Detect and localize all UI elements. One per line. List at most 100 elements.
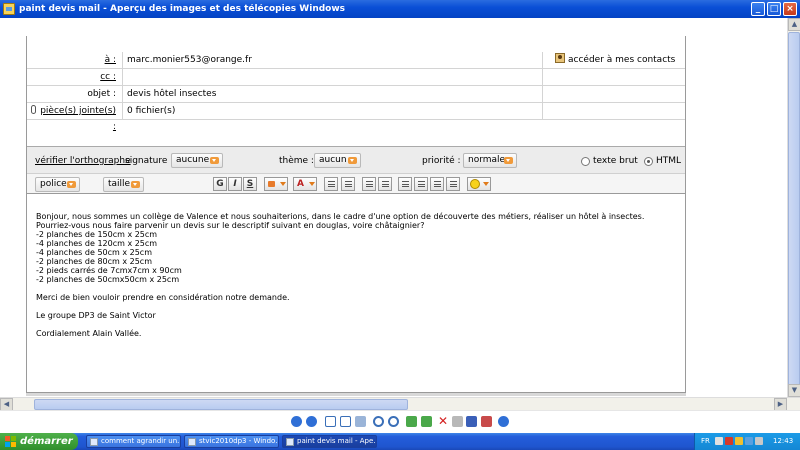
minimize-button[interactable]: _ <box>751 2 765 16</box>
align-right-button[interactable] <box>430 177 444 191</box>
plain-text-radio[interactable] <box>581 157 590 166</box>
signature-value: aucune <box>176 155 210 165</box>
html-label: HTML <box>656 156 682 166</box>
to-label[interactable]: à : <box>27 52 122 68</box>
viewer-toolbar: ✕ <box>0 410 800 433</box>
help-icon[interactable] <box>498 416 509 427</box>
bullet-list-icon <box>345 181 352 187</box>
attachments-side-cell <box>542 103 685 119</box>
underline-button[interactable]: S <box>243 177 257 191</box>
body-line: -2 planches de 150cm x 25cm <box>36 230 158 239</box>
size-select[interactable]: taille <box>103 177 144 192</box>
bold-button[interactable]: G <box>213 177 227 191</box>
zoom-out-icon[interactable] <box>388 416 399 427</box>
priority-select[interactable]: normale <box>463 153 517 168</box>
to-field[interactable]: marc.monier553@orange.fr <box>122 52 542 68</box>
rotate-counterclockwise-icon[interactable] <box>421 416 432 427</box>
taskbar-item-label: comment agrandir un... <box>101 437 181 445</box>
start-button[interactable]: démarrer <box>0 433 78 450</box>
next-image-icon[interactable] <box>306 416 317 427</box>
save-icon[interactable] <box>466 416 477 427</box>
subject-side-cell <box>542 86 685 102</box>
align-left-button[interactable] <box>398 177 412 191</box>
actual-size-icon[interactable] <box>340 416 351 427</box>
taskbar-item[interactable]: stvic2010dp3 - Windo... <box>184 435 279 448</box>
taskbar-item[interactable]: comment agrandir un... <box>86 435 181 448</box>
subject-field[interactable]: devis hôtel insectes <box>122 86 542 102</box>
font-select[interactable]: police <box>35 177 80 192</box>
message-body[interactable]: Bonjour, nous sommes un collège de Valen… <box>36 212 681 347</box>
slideshow-icon[interactable] <box>355 416 366 427</box>
rotate-clockwise-icon[interactable] <box>406 416 417 427</box>
window-title: paint devis mail - Aperçu des images et … <box>19 4 346 14</box>
outdent-button[interactable] <box>362 177 376 191</box>
body-line: Pourriez-vous nous faire parvenir un dev… <box>36 221 425 230</box>
image-viewer-icon <box>286 438 294 446</box>
html-radio[interactable] <box>644 157 653 166</box>
attachments-row: pièce(s) jointe(s) : 0 fichier(s) <box>27 103 685 132</box>
emoticon-button[interactable] <box>467 177 491 191</box>
contacts-link[interactable]: accéder à mes contacts <box>542 52 685 68</box>
chevron-down-icon <box>131 181 140 188</box>
cc-row: cc : <box>27 69 685 86</box>
attachments-count: 0 fichier(s) <box>122 103 542 119</box>
italic-button[interactable]: I <box>228 177 242 191</box>
print-icon[interactable] <box>452 416 463 427</box>
antivirus-icon[interactable] <box>725 437 733 445</box>
align-left-icon <box>402 181 409 187</box>
taskbar-item-active[interactable]: paint devis mail - Ape... <box>282 435 377 448</box>
attachments-label-cell[interactable]: pièce(s) jointe(s) : <box>27 103 122 132</box>
chevron-down-icon <box>67 181 76 188</box>
justify-button[interactable] <box>446 177 460 191</box>
vertical-scrollbar[interactable]: ▲ ▼ <box>787 18 800 397</box>
theme-select[interactable]: aucun <box>314 153 361 168</box>
numbered-list-button[interactable] <box>324 177 338 191</box>
compose-options-bar: vérifier l'orthographe signature : aucun… <box>27 146 685 174</box>
spellcheck-link[interactable]: vérifier l'orthographe <box>35 156 131 166</box>
font-color-icon: A <box>297 179 304 189</box>
open-for-editing-icon[interactable] <box>481 416 492 427</box>
cc-field[interactable] <box>122 69 542 85</box>
cc-label[interactable]: cc : <box>27 69 122 85</box>
body-line: -2 planches de 80cm x 25cm <box>36 257 152 266</box>
vertical-scroll-thumb[interactable] <box>788 32 800 387</box>
mail-composer: à : marc.monier553@orange.fr accéder à m… <box>26 36 686 396</box>
align-right-icon <box>434 181 441 187</box>
best-fit-icon[interactable] <box>325 416 336 427</box>
indent-icon <box>382 181 389 187</box>
bullet-list-button[interactable] <box>341 177 355 191</box>
highlight-color-button[interactable] <box>264 177 288 191</box>
scroll-down-icon[interactable]: ▼ <box>788 384 800 397</box>
mail-header: à : marc.monier553@orange.fr accéder à m… <box>27 52 685 132</box>
maximize-button[interactable]: □ <box>767 2 781 16</box>
contacts-icon <box>555 53 565 63</box>
close-button[interactable]: × <box>783 2 797 16</box>
network-icon[interactable] <box>745 437 753 445</box>
taskbar-item-label: paint devis mail - Ape... <box>297 437 377 445</box>
font-color-button[interactable]: A <box>293 177 317 191</box>
paint-bucket-icon <box>268 181 275 187</box>
body-line: Le groupe DP3 de Saint Victor <box>36 311 156 320</box>
language-indicator[interactable]: FR <box>701 433 710 450</box>
security-alert-icon[interactable] <box>735 437 743 445</box>
delete-icon[interactable]: ✕ <box>438 415 449 427</box>
folder-icon <box>188 438 196 446</box>
start-label: démarrer <box>20 436 73 447</box>
volume-icon[interactable] <box>755 437 763 445</box>
zoom-in-icon[interactable] <box>373 416 384 427</box>
previous-image-icon[interactable] <box>291 416 302 427</box>
paperclip-icon <box>31 105 37 114</box>
outdent-icon <box>366 181 373 187</box>
clock: 12:43 <box>773 437 794 445</box>
tray-app-icon[interactable] <box>715 437 723 445</box>
chevron-down-icon <box>483 182 489 186</box>
to-row: à : marc.monier553@orange.fr accéder à m… <box>27 52 685 69</box>
horizontal-scroll-thumb[interactable] <box>34 399 408 410</box>
align-center-button[interactable] <box>414 177 428 191</box>
body-line: -4 planches de 50cm x 25cm <box>36 248 152 257</box>
scroll-up-icon[interactable]: ▲ <box>788 18 800 31</box>
indent-button[interactable] <box>378 177 392 191</box>
body-line: Bonjour, nous sommes un collège de Valen… <box>36 212 645 221</box>
horizontal-scrollbar[interactable]: ◀ ▶ <box>0 397 800 411</box>
signature-select[interactable]: aucune <box>171 153 223 168</box>
